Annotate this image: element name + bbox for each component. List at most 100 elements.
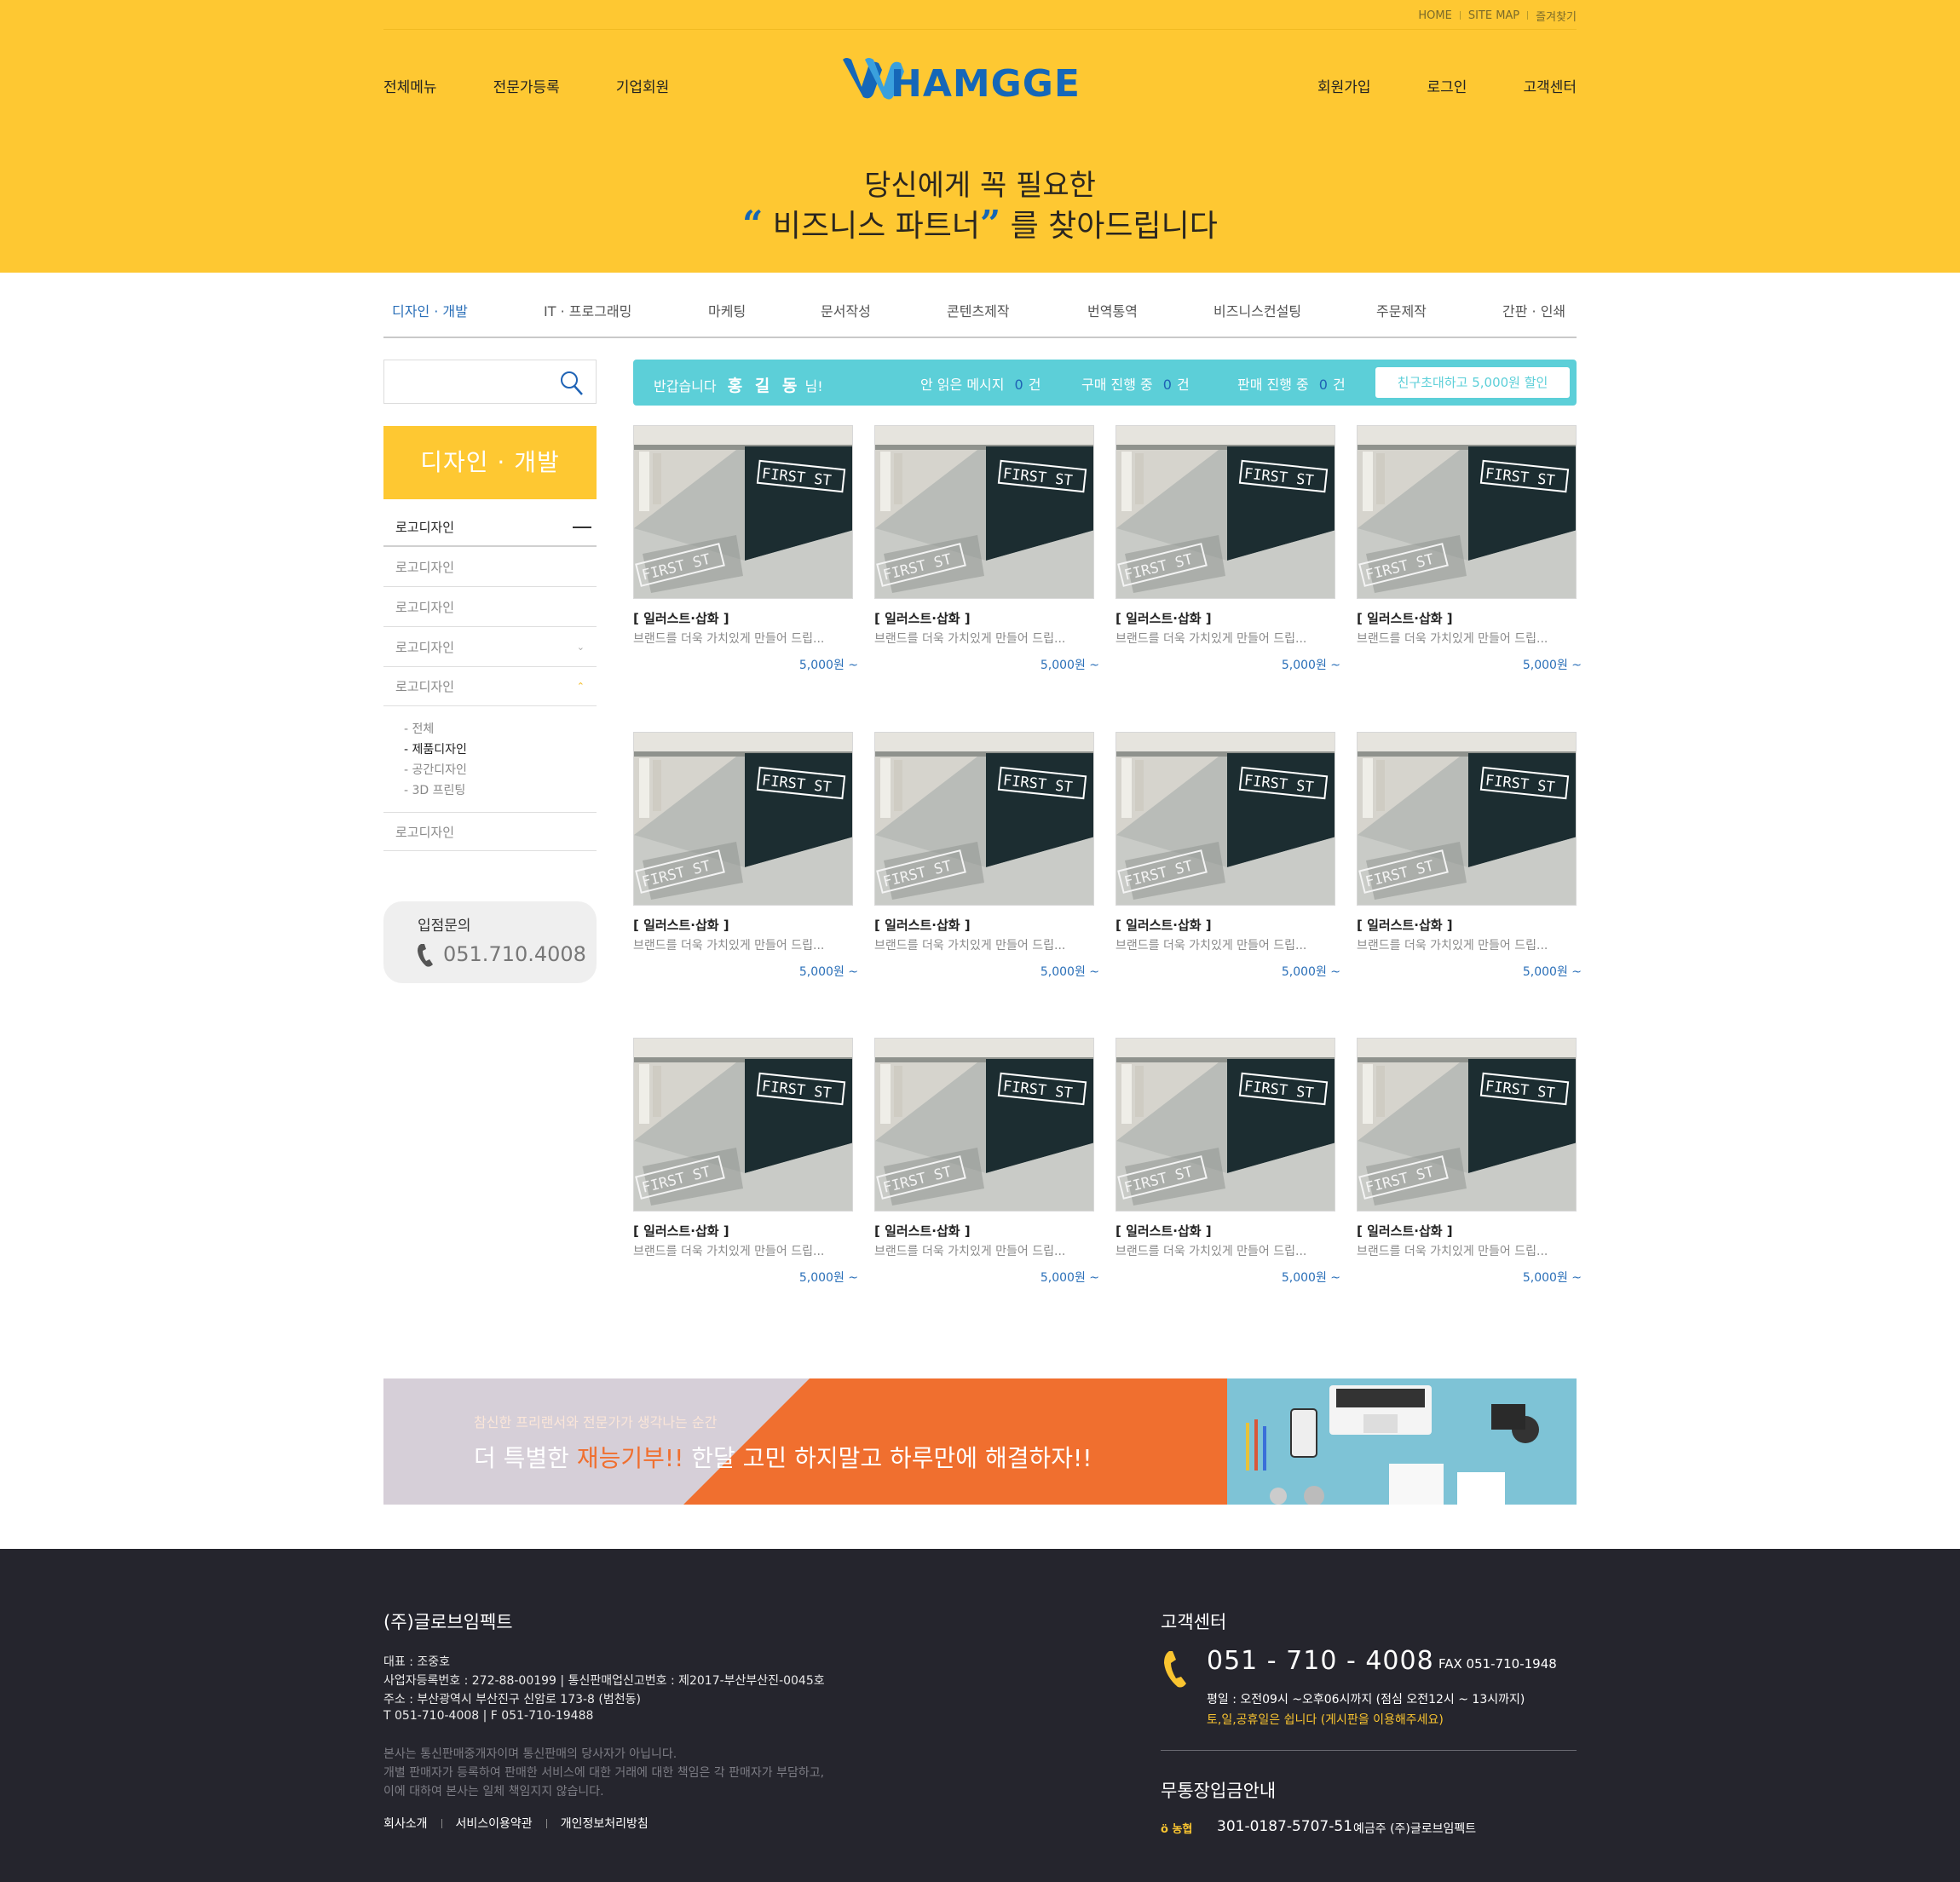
product-description: 브랜드를 더욱 가치있게 만들어 드립...: [1115, 632, 1307, 646]
bookmark-link[interactable]: 즐겨찾기: [1536, 8, 1577, 24]
bank-name: 농협: [1172, 1823, 1193, 1836]
product-card[interactable]: FIRST ST FIRST ST [ 일러스트·삽화 ] 브랜드를 더욱 가치있게 …: [874, 1038, 1099, 1293]
divider: [1161, 1750, 1577, 1751]
submenu-all[interactable]: - 전체: [404, 720, 434, 737]
invite-friend-button[interactable]: 친구초대하고 5,000원 할인: [1375, 367, 1570, 398]
cs-fax: FAX 051-710-1948: [1438, 1656, 1557, 1672]
bank-logo: ö 농협: [1161, 1820, 1192, 1836]
sidebar-item[interactable]: 로고디자인 ⌄: [383, 628, 597, 667]
product-description: 브랜드를 더욱 가치있게 만들어 드립...: [874, 1245, 1066, 1258]
product-thumbnail[interactable]: FIRST ST FIRST ST: [1357, 1038, 1577, 1212]
sell-count: 0: [1318, 377, 1328, 393]
nav-business-member[interactable]: 기업회원: [616, 75, 670, 96]
product-description: 브랜드를 더욱 가치있게 만들어 드립...: [1115, 1245, 1307, 1258]
cs-hours: 평일 : 오전09시 ~오후06시까지 (점심 오전12시 ~ 13시까지): [1207, 1693, 1525, 1706]
product-description: 브랜드를 더욱 가치있게 만들어 드립...: [1357, 632, 1548, 646]
unread-messages[interactable]: 안 읽은 메시지 0 건: [920, 373, 1041, 394]
phone-icon: [418, 944, 433, 967]
cat-custom[interactable]: 주문제작: [1376, 300, 1427, 320]
promo-banner[interactable]: 참신한 프리랜서와 전문가가 생각나는 순간 더 특별한 재능기부!! 한달 고…: [383, 1378, 1577, 1505]
product-card[interactable]: FIRST ST FIRST ST [ 일러스트·삽화 ] 브랜드를 더욱 가치있게 …: [633, 425, 858, 681]
product-thumbnail[interactable]: FIRST ST FIRST ST: [874, 732, 1094, 906]
submenu-3d-printing[interactable]: - 3D 프린팅: [404, 781, 465, 798]
cat-it-programming[interactable]: IT · 프로그래밍: [544, 300, 631, 320]
bank-title: 무통장입금안내: [1161, 1781, 1277, 1801]
product-category: [ 일러스트·삽화 ]: [874, 918, 971, 933]
product-card[interactable]: FIRST ST FIRST ST [ 일러스트·삽화 ] 브랜드를 더욱 가치있게 …: [1357, 1038, 1582, 1293]
product-card[interactable]: FIRST ST FIRST ST [ 일러스트·삽화 ] 브랜드를 더욱 가치있게 …: [874, 732, 1099, 987]
product-thumbnail[interactable]: FIRST ST FIRST ST: [633, 425, 853, 599]
sidebar-item-logo-active[interactable]: 로고디자인: [383, 508, 597, 547]
cat-design-dev[interactable]: 디자인 · 개발: [392, 300, 468, 320]
disclaimer-line: 개별 판매자가 등록하여 판매한 서비스에 대한 거래에 대한 책임은 각 판매…: [383, 1766, 825, 1780]
main-nav-left: 전체메뉴 전문가등록 기업회원: [383, 75, 669, 96]
nav-login[interactable]: 로그인: [1427, 75, 1467, 96]
footer-link-privacy[interactable]: 개인정보처리방침: [561, 1815, 649, 1832]
sidebar-item[interactable]: 로고디자인: [383, 548, 597, 587]
footer-links: 회사소개 서비스이용약관 개인정보처리방침: [383, 1815, 649, 1832]
sidebar-item[interactable]: 로고디자인: [383, 588, 597, 627]
product-description: 브랜드를 더욱 가치있게 만들어 드립...: [874, 939, 1066, 953]
sidebar-item[interactable]: 로고디자인: [383, 812, 597, 851]
phone-icon: [1164, 1651, 1186, 1688]
hero-highlight: 비즈니스 파트너: [763, 209, 980, 244]
footer-link-terms[interactable]: 서비스이용약관: [456, 1815, 533, 1832]
nav-expert-register[interactable]: 전문가등록: [493, 75, 560, 96]
buying-status[interactable]: 구매 진행 중 0건: [1081, 373, 1190, 394]
cat-consulting[interactable]: 비즈니스컨설팅: [1213, 300, 1301, 320]
home-link[interactable]: HOME: [1418, 9, 1451, 22]
product-price: 5,000원 ~: [1522, 659, 1582, 672]
product-thumbnail[interactable]: FIRST ST FIRST ST: [1357, 732, 1577, 906]
cat-translation[interactable]: 번역통역: [1087, 300, 1138, 320]
sitemap-link[interactable]: SITE MAP: [1468, 9, 1519, 22]
product-card[interactable]: FIRST ST FIRST ST [ 일러스트·삽화 ] 브랜드를 더욱 가치있게 …: [1115, 1038, 1340, 1293]
sidebar-item-expanded[interactable]: 로고디자인 ⌃: [383, 667, 597, 706]
product-thumbnail[interactable]: FIRST ST FIRST ST: [1115, 732, 1335, 906]
submenu-product-design[interactable]: - 제품디자인: [404, 740, 467, 757]
search-icon[interactable]: [560, 371, 584, 396]
product-card[interactable]: FIRST ST FIRST ST [ 일러스트·삽화 ] 브랜드를 더욱 가치있게 …: [633, 732, 858, 987]
nav-signup[interactable]: 회원가입: [1317, 75, 1371, 96]
product-card[interactable]: FIRST ST FIRST ST [ 일러스트·삽화 ] 브랜드를 더욱 가치있게 …: [1357, 425, 1582, 681]
nav-customer-center[interactable]: 고객센터: [1523, 75, 1577, 96]
product-thumbnail[interactable]: FIRST ST FIRST ST: [633, 1038, 853, 1212]
product-thumbnail[interactable]: FIRST ST FIRST ST: [633, 732, 853, 906]
product-thumbnail[interactable]: FIRST ST FIRST ST: [1115, 1038, 1335, 1212]
product-price: 5,000원 ~: [798, 1271, 858, 1285]
product-description: 브랜드를 더욱 가치있게 만들어 드립...: [633, 1245, 825, 1258]
product-card[interactable]: FIRST ST FIRST ST [ 일러스트·삽화 ] 브랜드를 더욱 가치있게 …: [1357, 732, 1582, 987]
cat-marketing[interactable]: 마케팅: [708, 300, 746, 320]
chevron-down-icon: ⌄: [576, 642, 585, 653]
cat-signage-print[interactable]: 간판 · 인쇄: [1502, 300, 1565, 320]
product-price: 5,000원 ~: [1040, 965, 1099, 979]
product-thumbnail[interactable]: FIRST ST FIRST ST: [874, 1038, 1094, 1212]
product-category: [ 일러스트·삽화 ]: [874, 611, 971, 626]
unit: 건: [1028, 377, 1041, 393]
footer-link-about[interactable]: 회사소개: [383, 1815, 428, 1832]
inquiry-phone: 051.710.4008: [443, 942, 586, 966]
user-name: 홍 길 동: [727, 377, 801, 395]
product-description: 브랜드를 더욱 가치있게 만들어 드립...: [1115, 939, 1307, 953]
product-card[interactable]: FIRST ST FIRST ST [ 일러스트·삽화 ] 브랜드를 더욱 가치있게 …: [1115, 425, 1340, 681]
cat-content[interactable]: 콘텐츠제작: [947, 300, 1010, 320]
product-card[interactable]: FIRST ST FIRST ST [ 일러스트·삽화 ] 브랜드를 더욱 가치있게 …: [1115, 732, 1340, 987]
cat-document[interactable]: 문서작성: [821, 300, 871, 320]
product-thumbnail[interactable]: FIRST ST FIRST ST: [874, 425, 1094, 599]
product-card[interactable]: FIRST ST FIRST ST [ 일러스트·삽화 ] 브랜드를 더욱 가치있게 …: [874, 425, 1099, 681]
sidebar-item-label: 로고디자인: [395, 825, 455, 840]
product-thumbnail[interactable]: FIRST ST FIRST ST: [1115, 425, 1335, 599]
search-box[interactable]: [383, 360, 597, 404]
product-price: 5,000원 ~: [1040, 659, 1099, 672]
submenu-space-design[interactable]: - 공간디자인: [404, 761, 467, 778]
product-price: 5,000원 ~: [1040, 1271, 1099, 1285]
unread-count: 0: [1014, 377, 1023, 393]
product-thumbnail[interactable]: FIRST ST FIRST ST: [1357, 425, 1577, 599]
nav-all-menu[interactable]: 전체메뉴: [383, 75, 437, 96]
info-line: T 051-710-4008 | F 051-710-19488: [383, 1709, 594, 1723]
search-input[interactable]: [393, 360, 555, 401]
selling-status[interactable]: 판매 진행 중 0건: [1237, 373, 1346, 394]
divider: [383, 29, 1577, 30]
footer: (주)글로브임펙트 대표 : 조중호 사업자등록번호 : 272-88-0019…: [0, 1549, 1960, 1882]
sidebar-item-label: 로고디자인: [395, 679, 455, 694]
product-card[interactable]: FIRST ST FIRST ST [ 일러스트·삽화 ] 브랜드를 더욱 가치있게 …: [633, 1038, 858, 1293]
